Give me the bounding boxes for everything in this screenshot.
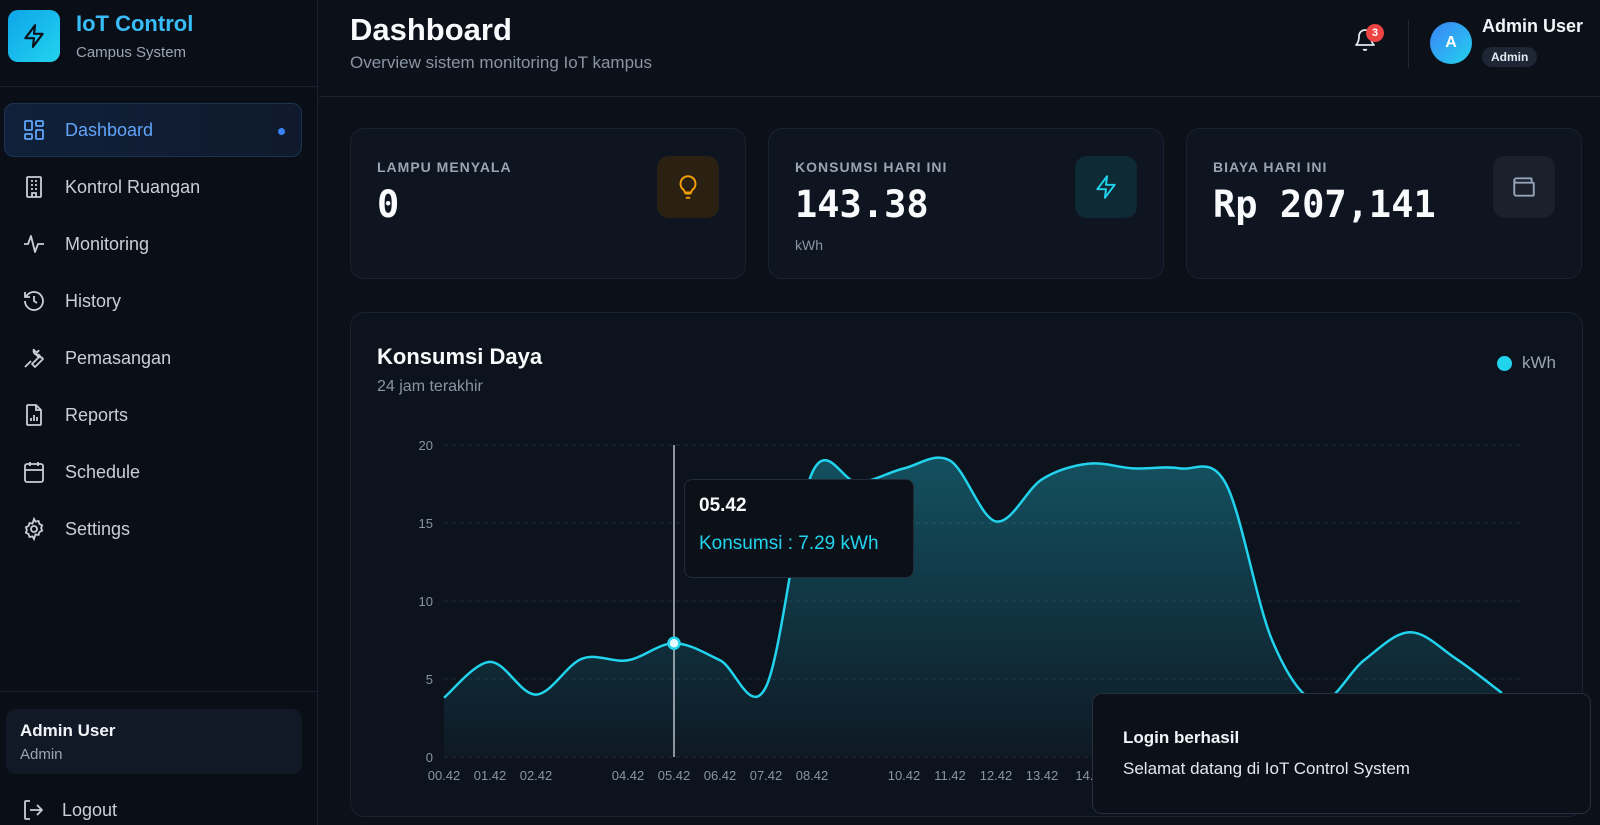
x-tick-label: 00.42 [428,768,461,783]
stat-card-biaya: BIAYA HARI INI Rp 207,141 [1186,128,1582,279]
x-tick-label: 04.42 [612,768,645,783]
tooltip-title: 05.42 [699,495,747,516]
divider [0,86,318,87]
highlighted-data-point [667,636,681,651]
stat-label: KONSUMSI HARI INI [795,159,948,175]
sidebar-item-label: Reports [65,404,129,425]
sidebar: IoT Control Campus System Dashboard Kont… [0,0,318,825]
page-subtitle: Overview sistem monitoring IoT kampus [350,53,653,72]
role-badge: Admin [1482,47,1538,67]
x-tick-label: 07.42 [750,768,783,783]
activity-icon [21,231,47,257]
y-tick-label: 15 [419,516,433,531]
brand-subtitle: Campus System [76,43,187,61]
toast-title: Login berhasil [1123,728,1240,747]
stat-value: 143.38 [795,183,929,226]
stat-card-konsumsi: KONSUMSI HARI INI 143.38 kWh [768,128,1164,279]
x-tick-label: 05.42 [658,768,691,783]
x-tick-label: 13.42 [1026,768,1059,783]
sidebar-item-label: Monitoring [65,233,150,254]
sidebar-item-history[interactable]: History [4,274,302,328]
divider [0,691,318,692]
stat-value: Rp 207,141 [1213,183,1436,226]
header-user-name[interactable]: Admin User [1482,16,1583,37]
avatar[interactable]: A [1430,22,1472,64]
wallet-icon [1493,156,1555,218]
logout-label: Logout [62,799,118,820]
stat-unit: kWh [795,237,823,253]
sidebar-item-settings[interactable]: Settings [4,502,302,556]
sidebar-item-label: History [65,290,122,311]
stat-card-lampu: LAMPU MENYALA 0 [350,128,746,279]
gear-icon [21,516,47,542]
y-tick-label: 10 [419,594,433,609]
x-tick-label: 12.42 [980,768,1013,783]
logout-button[interactable]: Logout [20,797,117,823]
sidebar-user-role: Admin [20,746,63,763]
building-icon [21,174,47,200]
brand-title: IoT Control [76,11,194,37]
sidebar-item-monitoring[interactable]: Monitoring [4,217,302,271]
sidebar-item-label: Dashboard [65,119,154,140]
x-tick-label: 11.42 [934,768,966,783]
divider [1408,20,1409,68]
page-title: Dashboard [350,12,512,47]
lightning-icon [1075,156,1137,218]
active-indicator [278,128,285,135]
lightning-logo-icon [8,10,60,62]
toast-notification[interactable]: Login berhasil Selamat datang di IoT Con… [1092,693,1591,814]
x-tick-label: 02.42 [520,768,553,783]
x-tick-label: 06.42 [704,768,737,783]
notification-badge: 3 [1366,24,1384,42]
chart-tooltip: 05.42 Konsumsi : 7.29 kWh [684,479,914,578]
logout-icon [20,797,46,823]
top-header: Dashboard Overview sistem monitoring IoT… [319,0,1600,97]
dashboard-grid-icon [21,117,47,143]
brand[interactable]: IoT Control Campus System [8,10,193,62]
report-icon [21,402,47,428]
toast-message: Selamat datang di IoT Control System [1123,759,1410,778]
sidebar-item-label: Schedule [65,461,141,482]
x-tick-label: 01.42 [474,768,507,783]
x-tick-label: 10.42 [888,768,921,783]
y-tick-label: 5 [426,672,433,687]
sidebar-nav: Dashboard Kontrol Ruangan Monitoring His… [4,103,302,559]
sidebar-item-pemasangan[interactable]: Pemasangan [4,331,302,385]
stat-label: BIAYA HARI INI [1213,159,1328,175]
calendar-icon [21,459,47,485]
sidebar-item-label: Pemasangan [65,347,172,368]
sidebar-user-name: Admin User [20,721,116,740]
sidebar-user-card: Admin User Admin [6,709,302,774]
sidebar-item-reports[interactable]: Reports [4,388,302,442]
lightbulb-icon [657,156,719,218]
y-tick-label: 0 [426,750,433,765]
stat-label: LAMPU MENYALA [377,159,512,175]
sidebar-item-dashboard[interactable]: Dashboard [4,103,302,157]
history-icon [21,288,47,314]
y-tick-label: 20 [419,438,433,453]
stat-value: 0 [377,183,400,226]
sidebar-item-schedule[interactable]: Schedule [4,445,302,499]
wrench-icon [21,345,47,371]
sidebar-item-label: Kontrol Ruangan [65,176,201,197]
sidebar-item-label: Settings [65,518,131,539]
tooltip-value: Konsumsi : 7.29 kWh [699,533,879,554]
x-tick-label: 08.42 [796,768,829,783]
sidebar-item-kontrol-ruangan[interactable]: Kontrol Ruangan [4,160,302,214]
